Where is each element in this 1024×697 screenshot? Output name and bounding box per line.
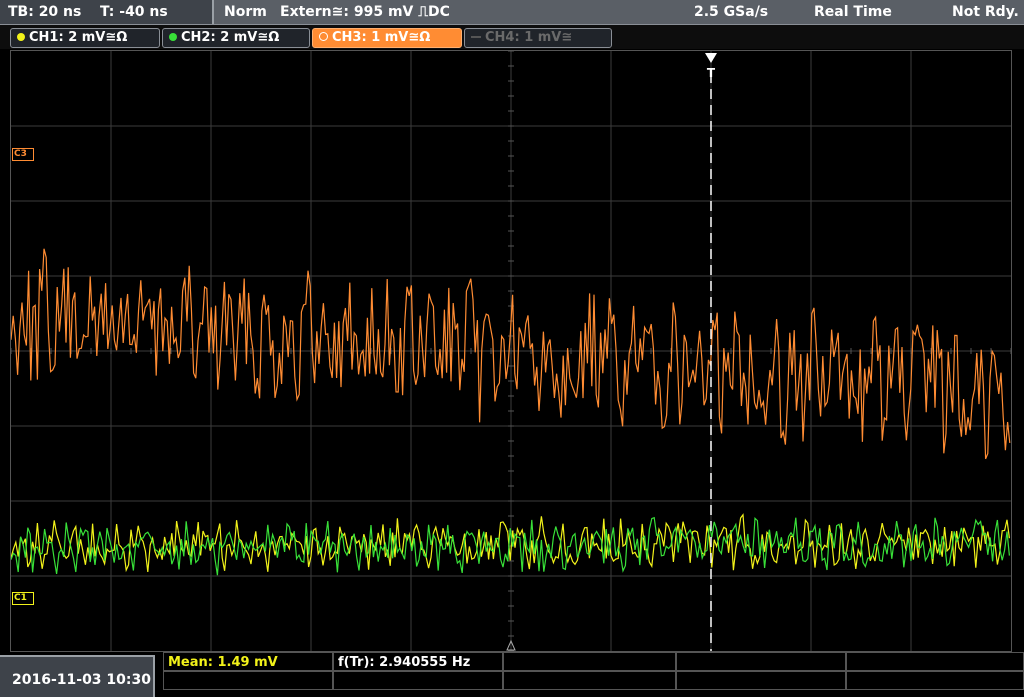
mean-measurement[interactable]: Mean: 1.49 mV xyxy=(163,652,333,671)
channel-1-label: CH1: 2 mV≅Ω xyxy=(29,30,128,45)
waveform-display[interactable]: T C3 C1 xyxy=(10,50,1012,652)
channel-1-button[interactable]: CH1: 2 mV≅Ω xyxy=(10,28,160,48)
waveform-svg: T xyxy=(11,51,1011,651)
channel-3-marker-label: C3 xyxy=(14,149,27,159)
frequency-measurement[interactable]: f(Tr): 2.940555 Hz xyxy=(333,652,503,671)
timebase-box[interactable]: TB: 20 ns T: -40 ns xyxy=(0,0,214,24)
measurement-slot-5[interactable] xyxy=(846,652,1024,671)
status-bar: TB: 20 ns T: -40 ns Norm Extern≅: 995 mV… xyxy=(0,0,1024,25)
channel-1-indicator-icon xyxy=(17,33,25,41)
sample-rate-label[interactable]: 2.5 GSa/s xyxy=(694,4,768,20)
channel-1-marker-label: C1 xyxy=(14,593,27,603)
measurement-slot-7[interactable] xyxy=(333,671,503,690)
channel-1-trace xyxy=(11,513,1010,573)
datetime-box: 2016-11-03 10:30 xyxy=(0,655,155,697)
measurement-slot-8[interactable] xyxy=(503,671,676,690)
timebase-label[interactable]: TB: 20 ns xyxy=(8,4,81,20)
channel-3-indicator-icon xyxy=(319,32,328,41)
datetime-label: 2016-11-03 10:30 xyxy=(12,672,151,688)
acquisition-status-label: Not Rdy. xyxy=(952,4,1019,20)
channel-3-trace xyxy=(11,248,1011,460)
measurement-table: Mean: 1.49 mV f(Tr): 2.940555 Hz xyxy=(163,652,1024,695)
measurement-slot-4[interactable] xyxy=(676,652,846,671)
trigger-offset-label[interactable]: T: -40 ns xyxy=(100,4,168,20)
channel-3-label: CH3: 1 mV≅Ω xyxy=(332,30,431,45)
channel-4-label: CH4: 1 mV≅ xyxy=(485,30,573,45)
channel-2-indicator-icon xyxy=(169,33,177,41)
trigger-marker-label: T xyxy=(707,66,716,80)
trigger-mode-label[interactable]: Norm xyxy=(224,4,267,20)
measurement-slot-9[interactable] xyxy=(676,671,846,690)
channel-1-level-marker[interactable]: C1 xyxy=(12,592,34,605)
acquisition-mode-label[interactable]: Real Time xyxy=(814,4,892,20)
measurement-slot-6[interactable] xyxy=(163,671,333,690)
measurement-slot-3[interactable] xyxy=(503,652,676,671)
channel-3-button[interactable]: CH3: 1 mV≅Ω xyxy=(312,28,462,48)
channel-bar: CH1: 2 mV≅Ω CH2: 2 mV≅Ω CH3: 1 mV≅Ω CH4:… xyxy=(0,25,1024,49)
trigger-source-label[interactable]: Extern≅: 995 mV ⎍DC xyxy=(280,4,450,20)
channel-2-label: CH2: 2 mV≅Ω xyxy=(181,30,280,45)
measurement-slot-10[interactable] xyxy=(846,671,1024,690)
channel-4-indicator-icon xyxy=(471,36,481,38)
channel-3-level-marker[interactable]: C3 xyxy=(12,148,34,161)
channel-2-button[interactable]: CH2: 2 mV≅Ω xyxy=(162,28,310,48)
trigger-position-icon[interactable] xyxy=(705,53,717,63)
channel-4-button[interactable]: CH4: 1 mV≅ xyxy=(464,28,612,48)
